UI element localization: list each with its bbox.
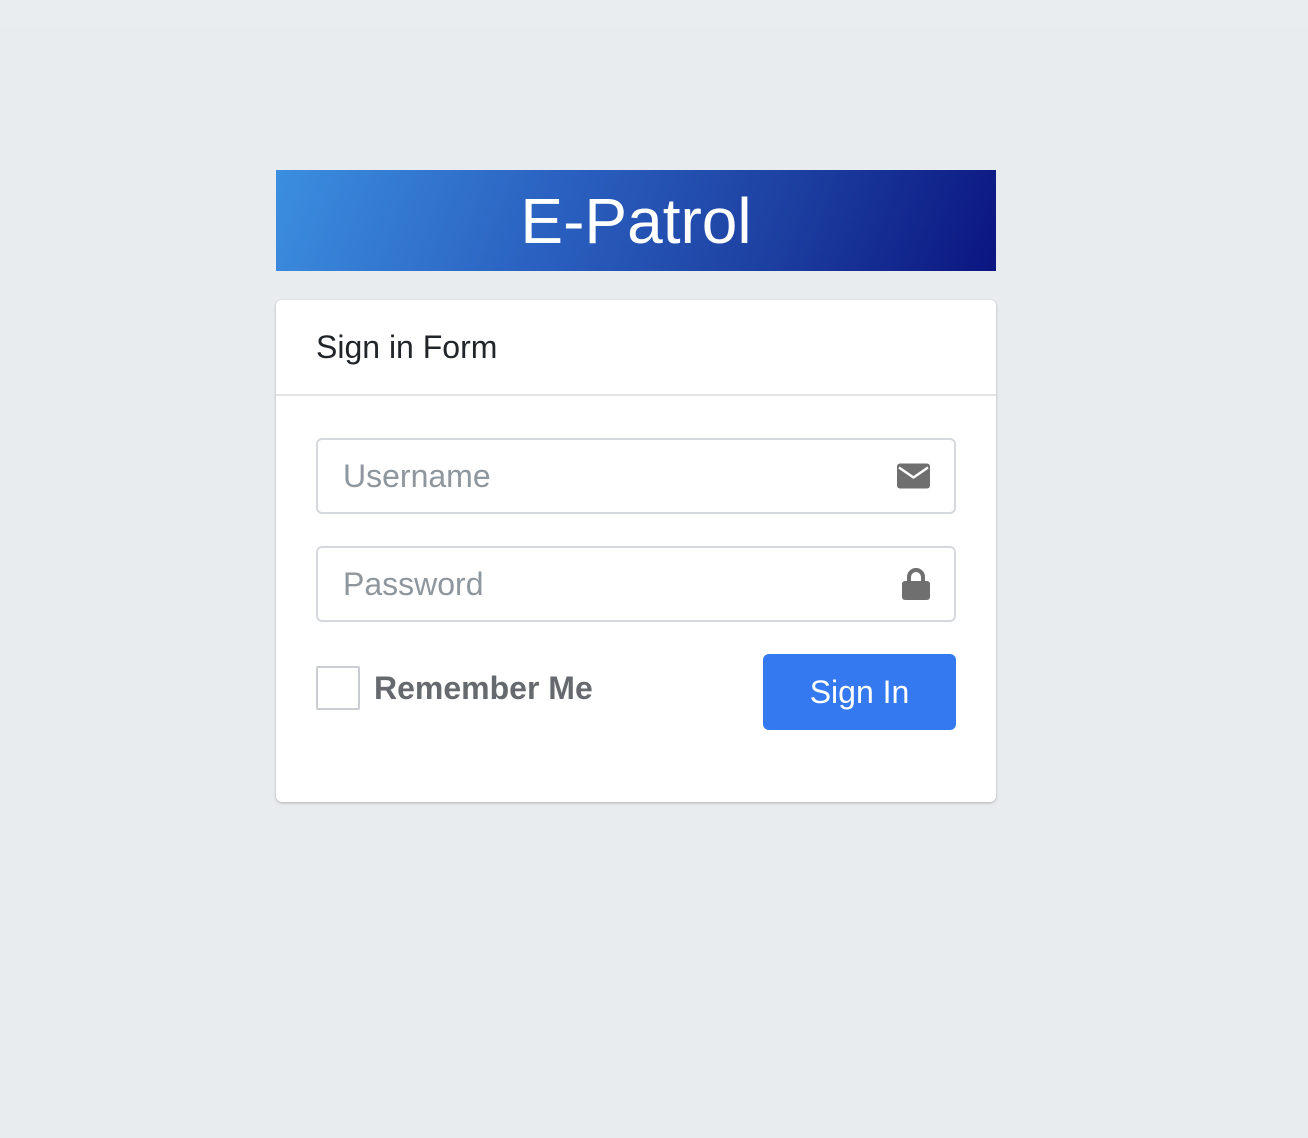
card-header: Sign in Form: [276, 300, 996, 396]
remember-me[interactable]: Remember Me: [316, 666, 593, 710]
remember-me-checkbox[interactable]: [316, 666, 360, 710]
lock-icon: [902, 568, 930, 600]
remember-me-label[interactable]: Remember Me: [374, 670, 593, 707]
form-title: Sign in Form: [316, 328, 498, 365]
password-field[interactable]: [316, 546, 956, 622]
password-input[interactable]: [318, 548, 954, 620]
sign-in-button[interactable]: Sign In: [763, 654, 956, 730]
username-input[interactable]: [318, 440, 954, 512]
top-strip: [0, 0, 1308, 28]
brand-banner: E-Patrol: [276, 170, 996, 271]
username-field[interactable]: [316, 438, 956, 514]
sign-in-card: Sign in Form Remember Me Sign In: [276, 300, 996, 802]
envelope-icon: [897, 463, 930, 489]
brand-title: E-Patrol: [520, 184, 752, 257]
